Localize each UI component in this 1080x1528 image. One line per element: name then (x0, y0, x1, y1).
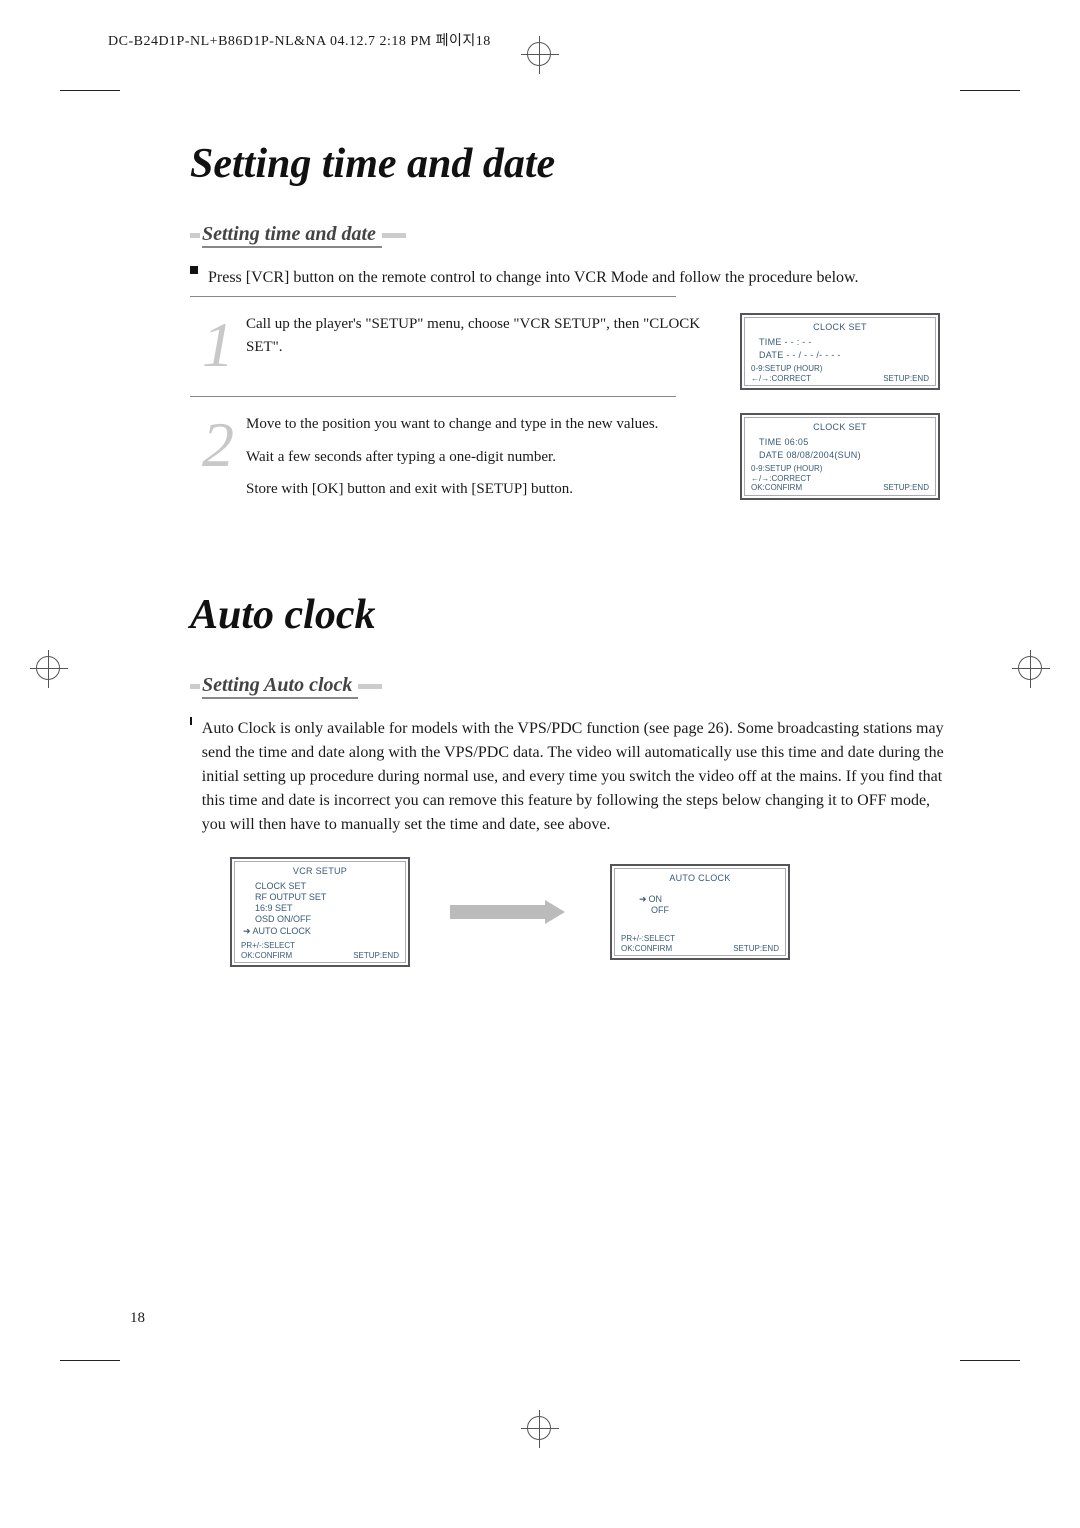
crop-line (960, 90, 1020, 91)
crop-mark-top (521, 36, 559, 74)
section-heading-1: Setting time and date (190, 223, 950, 248)
registration-mark-right (1012, 650, 1050, 688)
intro-bullet-2: Auto Clock is only available for models … (190, 717, 950, 837)
osd-clock-set-filled: CLOCK SET TIME 06:05 DATE 08/08/2004(SUN… (740, 413, 940, 500)
arrow-right-icon (450, 900, 570, 924)
section-heading-2: Setting Auto clock (190, 674, 950, 699)
page-title-2: Auto clock (190, 591, 950, 639)
divider-line (190, 396, 676, 397)
page-number: 18 (130, 1310, 145, 1327)
bullet-icon (190, 717, 192, 725)
registration-mark-left (30, 650, 68, 688)
bullet-icon (190, 266, 198, 274)
step-2: 2 Move to the position you want to chang… (190, 413, 710, 511)
crop-mark-bottom (521, 1410, 559, 1448)
step-number-1: 1 (190, 321, 246, 369)
intro-bullet-1: Press [VCR] button on the remote control… (190, 266, 950, 290)
crop-line (60, 1360, 120, 1361)
print-header: DC-B24D1P-NL+B86D1P-NL&NA 04.12.7 2:18 P… (108, 30, 491, 50)
divider-line (190, 296, 676, 297)
osd-clock-set-empty: CLOCK SET TIME - - : - - DATE - - / - - … (740, 313, 940, 390)
osd-auto-clock: AUTO CLOCK ON OFF PR+/-:SELECT OK:CONFIR… (610, 864, 790, 961)
page-title-1: Setting time and date (190, 140, 950, 188)
step-number-2: 2 (190, 421, 246, 469)
crop-line (60, 90, 120, 91)
osd-flow: VCR SETUP CLOCK SET RF OUTPUT SET 16:9 S… (230, 857, 950, 967)
step-2-text: Move to the position you want to change … (246, 413, 710, 511)
step-1: 1 Call up the player's "SETUP" menu, cho… (190, 313, 710, 369)
osd-vcr-setup: VCR SETUP CLOCK SET RF OUTPUT SET 16:9 S… (230, 857, 410, 967)
step-1-text: Call up the player's "SETUP" menu, choos… (246, 313, 710, 358)
crop-line (960, 1360, 1020, 1361)
